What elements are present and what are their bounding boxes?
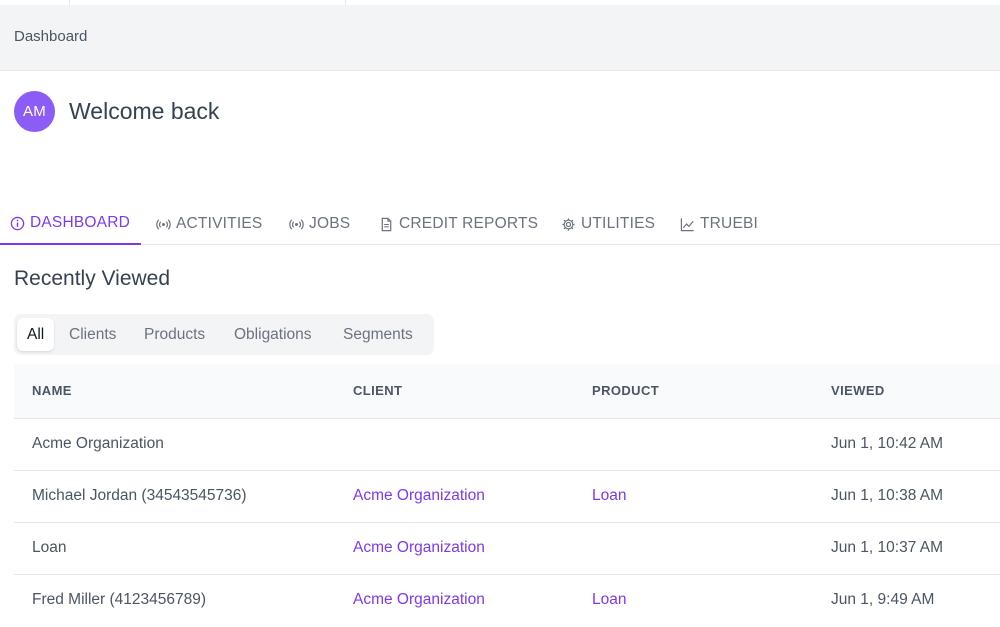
cell-viewed: Jun 1, 10:42 AM [831, 435, 944, 452]
gear-icon [562, 217, 575, 231]
filter-all[interactable]: All [17, 318, 55, 351]
table-row[interactable]: Michael Jordan (34543545736) Acme Organi… [14, 471, 1000, 523]
tab-dashboard[interactable]: DASHBOARD [0, 203, 141, 245]
document-icon [381, 217, 392, 231]
column-header-name[interactable]: NAME [32, 383, 72, 398]
table-header: NAME CLIENT PRODUCT VIEWED [14, 364, 1000, 419]
table-row[interactable]: Loan Acme Organization Jun 1, 10:37 AM [14, 523, 1000, 575]
cell-client-link[interactable]: Acme Organization [353, 591, 485, 609]
cell-client-link[interactable]: Acme Organization [353, 487, 485, 505]
cell-name[interactable]: Acme Organization [32, 435, 164, 453]
line-chart-icon [680, 217, 694, 231]
column-header-client[interactable]: CLIENT [353, 383, 402, 398]
column-header-product[interactable]: PRODUCT [592, 383, 659, 398]
filter-clients[interactable]: Clients [69, 318, 116, 351]
welcome-heading: Welcome back [69, 98, 220, 124]
filter-products[interactable]: Products [144, 318, 205, 351]
tab-label: UTILITIES [581, 215, 656, 232]
info-circle-icon [10, 216, 25, 230]
tab-truebi[interactable]: TRUEBI [680, 203, 758, 245]
broadcast-icon [289, 218, 304, 230]
tab-jobs[interactable]: JOBS [289, 203, 350, 245]
cell-viewed: Jun 1, 10:38 AM [831, 487, 944, 504]
recently-viewed-title: Recently Viewed [14, 267, 171, 290]
cell-product-link[interactable]: Loan [592, 487, 626, 505]
tab-label: ACTIVITIES [176, 215, 263, 232]
tab-utilities[interactable]: UTILITIES [561, 203, 655, 245]
main-tabs: DASHBOARD ACTIVITIES JOBS CREDIT REPORTS… [0, 203, 1000, 245]
cell-name[interactable]: Fred Miller (4123456789) [32, 591, 206, 609]
filter-obligations[interactable]: Obligations [234, 318, 312, 351]
tab-activities[interactable]: ACTIVITIES [156, 203, 262, 245]
tab-label: CREDIT REPORTS [399, 215, 539, 232]
tab-label: JOBS [309, 215, 351, 232]
cell-name[interactable]: Michael Jordan (34543545736) [32, 487, 247, 505]
table-row[interactable]: Acme Organization Jun 1, 10:42 AM [14, 419, 1000, 471]
tab-credit-reports[interactable]: CREDIT REPORTS [379, 203, 538, 245]
recently-viewed-table: NAME CLIENT PRODUCT VIEWED Acme Organiza… [14, 364, 1000, 627]
cell-client-link[interactable]: Acme Organization [353, 539, 485, 557]
tab-label: TRUEBI [700, 215, 759, 232]
table-row[interactable]: Fred Miller (4123456789) Acme Organizati… [14, 575, 1000, 627]
cell-viewed: Jun 1, 9:49 AM [831, 591, 935, 608]
breadcrumb[interactable]: Dashboard [14, 28, 87, 45]
avatar[interactable]: AM [14, 91, 55, 132]
broadcast-icon [156, 218, 171, 230]
page-header: Dashboard [0, 5, 1000, 71]
tab-label: DASHBOARD [30, 214, 130, 231]
column-header-viewed[interactable]: VIEWED [831, 383, 885, 398]
cell-viewed: Jun 1, 10:37 AM [831, 539, 944, 556]
cell-name[interactable]: Loan [32, 539, 66, 557]
filter-segments[interactable]: Segments [343, 318, 413, 351]
cell-product-link[interactable]: Loan [592, 591, 626, 609]
recent-filter-group: All Clients Products Obligations Segment… [14, 314, 434, 355]
